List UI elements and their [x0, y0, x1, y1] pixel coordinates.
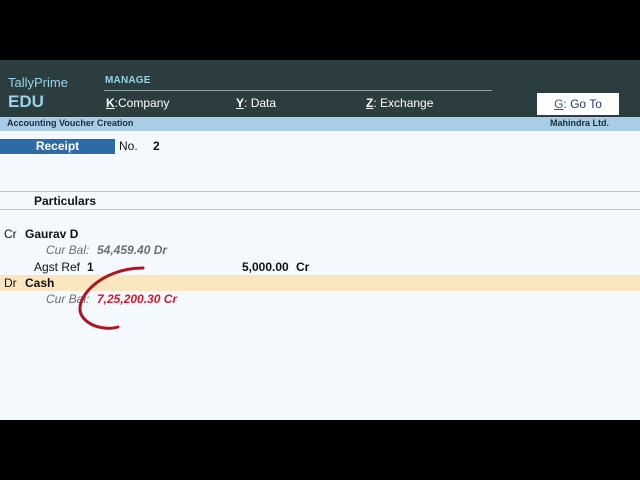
- manage-label: MANAGE: [105, 75, 151, 86]
- menu-company-label: Company: [118, 96, 170, 110]
- entry-drcr: Dr: [4, 276, 17, 290]
- voucher-no-label: No.: [119, 139, 138, 153]
- cur-bal-label: Cur Bal:: [46, 243, 90, 257]
- selected-row[interactable]: [0, 275, 640, 291]
- entry-amount-drcr: Cr: [296, 260, 310, 274]
- cur-bal-label: Cur Bal:: [46, 292, 90, 306]
- menu-exchange-label: Exchange: [380, 96, 434, 110]
- manage-divider: [104, 90, 492, 91]
- menu-company-key: K: [106, 96, 115, 110]
- ledger-name[interactable]: Gaurav D: [25, 227, 78, 241]
- ledger-name[interactable]: Cash: [25, 276, 54, 290]
- agst-ref-label: Agst Ref: [34, 260, 81, 274]
- top-bar: TallyPrime EDU MANAGE K:Company Y: Data …: [0, 60, 640, 117]
- screen-title-bar: Accounting Voucher Creation Mahindra Ltd…: [0, 117, 640, 131]
- entry-amount[interactable]: 5,000.00: [242, 260, 289, 274]
- menu-data-key: Y: [236, 96, 245, 110]
- brand-name: TallyPrime: [8, 75, 68, 90]
- voucher-area: Receipt No. 2 Particulars Cr Gaurav D Cu…: [0, 131, 640, 420]
- particulars-header: Particulars: [34, 194, 97, 208]
- cur-bal-value-highlighted: 7,25,200.30 Cr: [97, 292, 178, 306]
- bottom-letterbox: [0, 420, 640, 480]
- agst-ref-value[interactable]: 1: [87, 260, 94, 274]
- goto-button[interactable]: G: Go To: [537, 93, 619, 115]
- menu-data[interactable]: Y: Data: [236, 96, 276, 110]
- voucher-type-badge[interactable]: Receipt: [0, 139, 115, 154]
- menu-exchange[interactable]: Z: Exchange: [366, 96, 433, 110]
- cur-bal-value: 54,459.40 Dr: [97, 243, 168, 257]
- divider-header: [0, 209, 640, 210]
- menu-data-label: Data: [250, 96, 277, 110]
- voucher-no-value[interactable]: 2: [153, 139, 160, 153]
- entry-drcr: Cr: [4, 227, 17, 241]
- goto-label: Go To: [570, 97, 602, 111]
- screen-title: Accounting Voucher Creation: [7, 118, 134, 128]
- menu-company[interactable]: K:Company: [106, 96, 169, 110]
- divider-top: [0, 191, 640, 192]
- menu-exchange-key: Z: [366, 96, 374, 110]
- goto-key: G: [554, 97, 564, 111]
- company-name: Mahindra Ltd.: [550, 118, 609, 128]
- brand-edition: EDU: [8, 92, 44, 111]
